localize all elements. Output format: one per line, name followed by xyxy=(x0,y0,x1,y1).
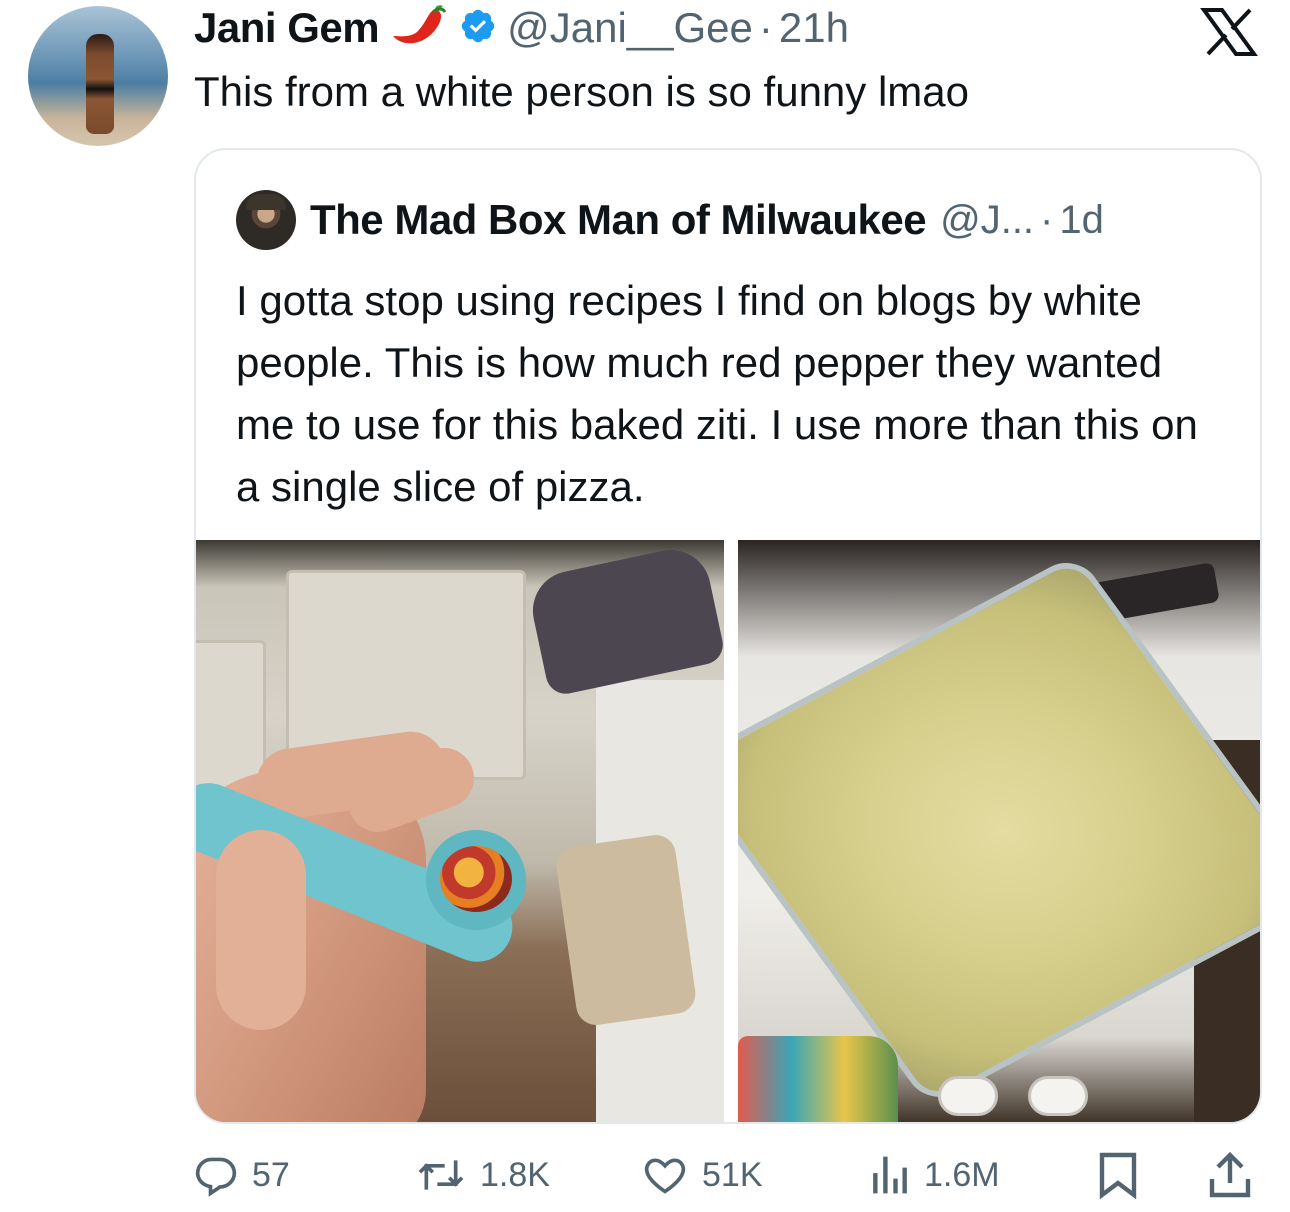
quoted-author-handle[interactable]: @J... xyxy=(940,198,1034,243)
views-button[interactable]: 1.6M xyxy=(870,1146,1000,1204)
author-handle[interactable]: @Jani__Gee xyxy=(507,4,753,52)
quoted-tweet-header: The Mad Box Man of Milwaukee @J... · 1d xyxy=(236,190,1104,250)
thumb xyxy=(216,830,306,1030)
photo-baked-ziti[interactable] xyxy=(738,540,1260,1122)
quoted-media-grid xyxy=(196,540,1260,1122)
like-icon xyxy=(644,1158,686,1194)
chili-pepper-icon xyxy=(389,2,449,55)
tweet-text: This from a white person is so funny lma… xyxy=(194,68,969,115)
quoted-author-avatar[interactable] xyxy=(236,190,296,250)
x-logo-icon xyxy=(1200,8,1258,56)
tweet-header: Jani Gem @Jani__Gee · 21h xyxy=(194,4,849,52)
author-avatar[interactable] xyxy=(28,6,168,146)
quoted-header-separator: · xyxy=(1040,197,1054,242)
repost-button[interactable]: 1.8K xyxy=(416,1146,550,1204)
baked-ziti-dish xyxy=(738,552,1260,1108)
like-count: 51K xyxy=(702,1155,763,1194)
reply-icon xyxy=(195,1157,237,1197)
reply-count: 57 xyxy=(252,1155,290,1194)
red-pepper-flakes xyxy=(440,846,512,912)
dish-towel xyxy=(554,832,698,1028)
share-icon xyxy=(1209,1151,1251,1198)
verified-badge-icon xyxy=(459,7,497,50)
repost-icon xyxy=(418,1160,464,1190)
floral-cloth xyxy=(738,1036,898,1122)
views-count: 1.6M xyxy=(924,1155,1000,1194)
cabinet-door xyxy=(196,640,266,790)
stove-knob xyxy=(1028,1076,1088,1116)
avatar-figure xyxy=(86,34,114,134)
views-icon xyxy=(873,1156,907,1194)
tweet-timestamp[interactable]: 21h xyxy=(779,4,849,52)
repost-count: 1.8K xyxy=(480,1155,550,1194)
photo-measuring-spoon[interactable] xyxy=(196,540,724,1122)
tweet-action-bar: 57 1.8K 51K 1.6M xyxy=(194,1146,1258,1204)
quoted-tweet-text: I gotta stop using recipes I find on blo… xyxy=(236,277,1198,510)
quoted-tweet-card[interactable]: The Mad Box Man of Milwaukee @J... · 1d … xyxy=(194,148,1262,1124)
share-button[interactable] xyxy=(1208,1146,1252,1204)
quoted-tweet-timestamp[interactable]: 1d xyxy=(1059,198,1104,243)
stove-knob xyxy=(938,1076,998,1116)
oven-mitt xyxy=(525,542,724,698)
bookmark-icon xyxy=(1099,1152,1137,1199)
quoted-author-display-name[interactable]: The Mad Box Man of Milwaukee xyxy=(310,196,927,244)
reply-button[interactable]: 57 xyxy=(194,1146,290,1204)
like-button[interactable]: 51K xyxy=(642,1146,763,1204)
author-display-name[interactable]: Jani Gem xyxy=(194,4,380,52)
header-separator: · xyxy=(758,4,773,51)
bookmark-button[interactable] xyxy=(1098,1146,1138,1204)
